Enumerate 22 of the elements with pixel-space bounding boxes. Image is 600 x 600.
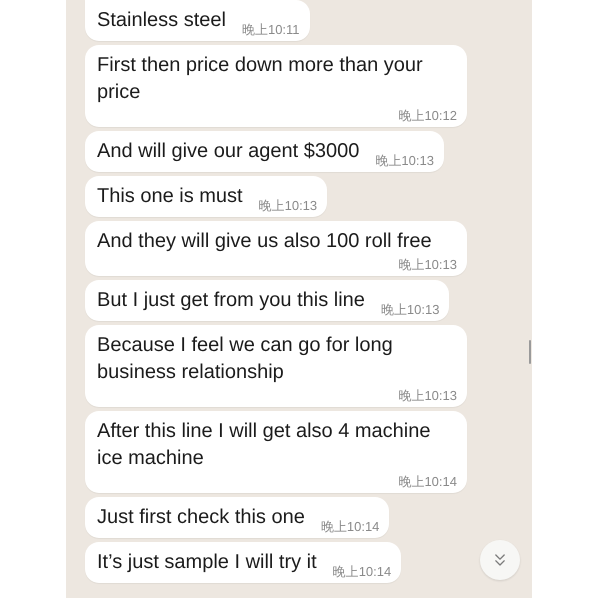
message-time: 晚上10:14 — [398, 474, 457, 489]
message-time: 晚上10:13 — [398, 388, 457, 403]
message-time: 晚上10:11 — [242, 22, 300, 37]
scrollbar-thumb[interactable] — [529, 340, 531, 364]
message-text: It’s just sample I will try it — [97, 550, 317, 575]
message-text: This one is must — [97, 184, 243, 209]
message-text: After this line I will get also 4 machine ice machine — [97, 419, 432, 471]
message-text: And will give our agent $3000 — [97, 139, 360, 164]
message-text: Because I feel we can go for long business relationship — [97, 333, 394, 385]
message-time: 晚上10:12 — [398, 108, 457, 123]
message-time: 晚上10:13 — [398, 257, 457, 272]
message-time: 晚上10:13 — [258, 198, 318, 213]
message-text: And they will give us also 100 roll free — [97, 229, 432, 254]
message-time: 晚上10:14 — [320, 519, 380, 534]
scroll-down-button[interactable] — [480, 540, 520, 580]
message-text: First then price down more than your price — [97, 53, 424, 105]
message-time: 晚上10:13 — [380, 302, 440, 317]
message-text: Stainless steel — [97, 8, 226, 33]
message-time: 晚上10:14 — [332, 564, 392, 579]
message-text: But I just get from you this line — [97, 288, 365, 313]
message-text: Just first check this one — [97, 505, 305, 530]
message-time: 晚上10:13 — [375, 153, 434, 168]
